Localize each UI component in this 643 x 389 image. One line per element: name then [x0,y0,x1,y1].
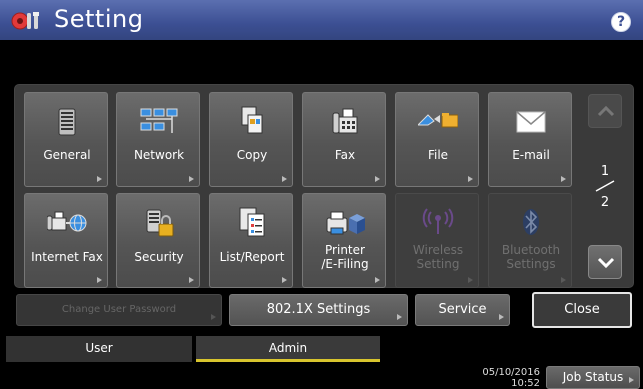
scroll-down-button[interactable] [588,245,622,279]
email-button[interactable]: E-mail [488,92,572,187]
bluetooth-icon [523,209,539,235]
job-status-label: Job Status [562,370,624,384]
email-label: E-mail [512,148,550,162]
security-button[interactable]: Security [116,193,200,288]
expand-arrow-icon [499,314,504,320]
expand-arrow-icon [97,277,102,283]
printer-label-line1: Printer [325,243,365,257]
security-label: Security [134,250,184,264]
expand-arrow-icon [561,277,566,283]
copy-button[interactable]: Copy [209,92,293,187]
expand-arrow-icon [211,314,216,320]
date-text: 05/10/2016 [482,367,540,378]
date-time: 05/10/2016 10:52 [448,367,540,389]
title-bar: Setting ? [0,0,643,40]
expand-arrow-icon [282,176,287,182]
page-title: Setting [54,5,144,33]
wireless-label-line2: Setting [416,257,460,271]
expand-arrow-icon [561,176,566,182]
expand-arrow-icon [189,176,194,182]
job-status-button[interactable]: Job Status [546,366,640,389]
scroll-up-button[interactable] [588,94,622,128]
network-label: Network [133,148,185,162]
page-divider [595,180,615,192]
time-text: 10:52 [511,378,540,389]
expand-arrow-icon [375,277,380,283]
printer-efiling-icon [326,211,365,235]
security-icon [146,209,174,237]
list-report-button[interactable]: List/Report [209,193,293,288]
fax-button[interactable]: Fax [302,92,386,187]
general-label: General [43,148,91,162]
gear-wrench-icon [11,12,39,30]
network-icon [140,108,178,133]
general-icon [58,108,76,136]
tab-user[interactable]: User [6,336,192,362]
tab-admin[interactable]: Admin [196,336,380,362]
wireless-setting-button[interactable]: Wireless Setting [395,193,479,288]
expand-arrow-icon [97,176,102,182]
internet-fax-button[interactable]: Internet Fax [24,193,108,288]
file-icon [418,113,458,128]
file-label: File [427,148,449,162]
file-button[interactable]: File [395,92,479,187]
fax-icon [332,108,358,134]
printer-efiling-button[interactable]: Printer /E-Filing [302,193,386,288]
bluetooth-settings-button[interactable]: Bluetooth Settings [488,193,572,288]
network-button[interactable]: Network [116,92,200,187]
internet-fax-label: Internet Fax [31,250,103,264]
close-button[interactable]: Close [532,292,632,328]
printer-label-line2: /E-Filing [321,257,369,271]
expand-arrow-icon [375,176,380,182]
expand-arrow-icon [468,176,473,182]
email-icon [516,111,546,133]
list-report-icon [239,207,265,237]
bluetooth-label-line2: Settings [506,257,556,271]
help-button[interactable]: ? [611,12,631,32]
fax-label: Fax [334,148,356,162]
change-user-password-button[interactable]: Change User Password [16,294,222,326]
page-total: 2 [600,195,610,210]
dot1x-settings-label: 802.1X Settings [266,302,371,317]
bluetooth-label-line1: Bluetooth [501,243,561,257]
service-label: Service [438,302,487,317]
chevron-down-icon [597,257,615,269]
message-area [0,40,643,80]
change-user-password-label: Change User Password [61,304,177,315]
copy-icon [241,106,263,134]
wireless-icon [422,208,454,234]
general-button[interactable]: General [24,92,108,187]
page-current: 1 [600,164,610,179]
chevron-up-icon [597,105,615,117]
expand-arrow-icon [397,314,402,320]
expand-arrow-icon [468,277,473,283]
internet-fax-icon [47,211,87,232]
expand-arrow-icon [629,377,634,383]
expand-arrow-icon [189,277,194,283]
copy-label: Copy [236,148,268,162]
wireless-label-line1: Wireless [412,243,464,257]
dot1x-settings-button[interactable]: 802.1X Settings [229,294,408,326]
list-report-label: List/Report [219,250,285,264]
service-button[interactable]: Service [415,294,510,326]
expand-arrow-icon [282,277,287,283]
